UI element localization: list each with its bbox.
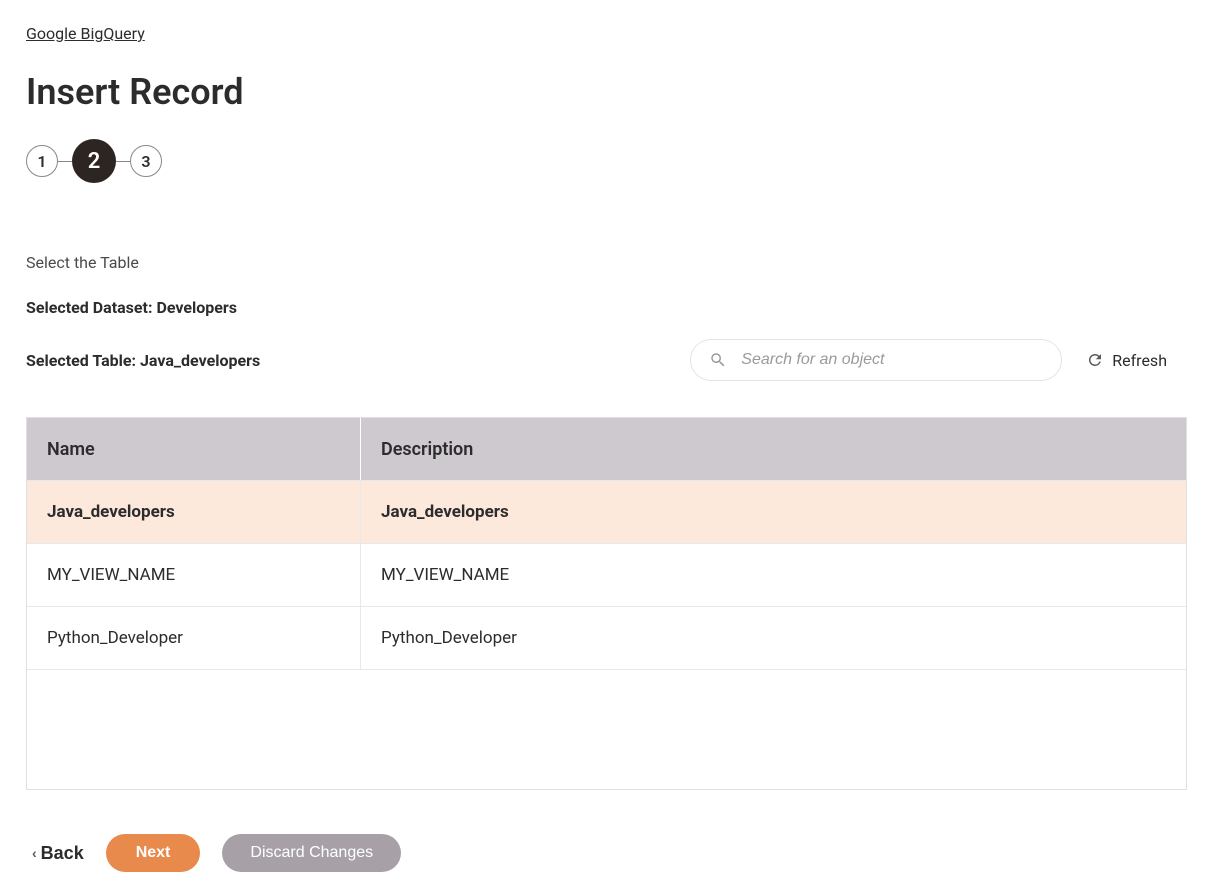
table-row[interactable]: Java_developers Java_developers bbox=[27, 480, 1186, 543]
next-button[interactable]: Next bbox=[106, 834, 201, 872]
footer-actions: ‹ Back Next Discard Changes bbox=[26, 834, 1187, 872]
chevron-left-icon: ‹ bbox=[32, 845, 37, 861]
refresh-label: Refresh bbox=[1112, 351, 1167, 370]
step-3[interactable]: 3 bbox=[130, 145, 162, 177]
step-1[interactable]: 1 bbox=[26, 145, 58, 177]
step-2[interactable]: 2 bbox=[72, 139, 116, 183]
selected-dataset-label: Selected Dataset: Developers bbox=[26, 298, 1187, 317]
column-header-description[interactable]: Description bbox=[361, 418, 1186, 480]
back-button[interactable]: ‹ Back bbox=[32, 843, 84, 864]
selected-table-label: Selected Table: Java_developers bbox=[26, 351, 260, 370]
table: Name Description Java_developers Java_de… bbox=[26, 417, 1187, 790]
step-connector bbox=[116, 161, 130, 162]
breadcrumb-link[interactable]: Google BigQuery bbox=[26, 24, 145, 43]
back-label: Back bbox=[41, 843, 84, 864]
search-input[interactable] bbox=[741, 351, 1043, 369]
search-icon bbox=[709, 351, 727, 369]
cell-name: MY_VIEW_NAME bbox=[27, 544, 361, 606]
table-row[interactable]: Python_Developer Python_Developer bbox=[27, 606, 1186, 669]
table-empty-area bbox=[27, 669, 1186, 789]
table-header: Name Description bbox=[27, 418, 1186, 480]
page-title: Insert Record bbox=[26, 71, 1187, 113]
cell-name: Java_developers bbox=[27, 481, 361, 543]
cell-name: Python_Developer bbox=[27, 607, 361, 669]
section-label: Select the Table bbox=[26, 253, 1187, 272]
refresh-button[interactable]: Refresh bbox=[1086, 351, 1187, 370]
cell-description: Python_Developer bbox=[361, 607, 1186, 669]
search-box[interactable] bbox=[690, 339, 1062, 381]
table-row[interactable]: MY_VIEW_NAME MY_VIEW_NAME bbox=[27, 543, 1186, 606]
refresh-icon bbox=[1086, 351, 1104, 369]
stepper: 1 2 3 bbox=[26, 139, 1187, 183]
column-header-name[interactable]: Name bbox=[27, 418, 361, 480]
step-connector bbox=[58, 161, 72, 162]
cell-description: Java_developers bbox=[361, 481, 1186, 543]
cell-description: MY_VIEW_NAME bbox=[361, 544, 1186, 606]
discard-button[interactable]: Discard Changes bbox=[222, 834, 401, 872]
